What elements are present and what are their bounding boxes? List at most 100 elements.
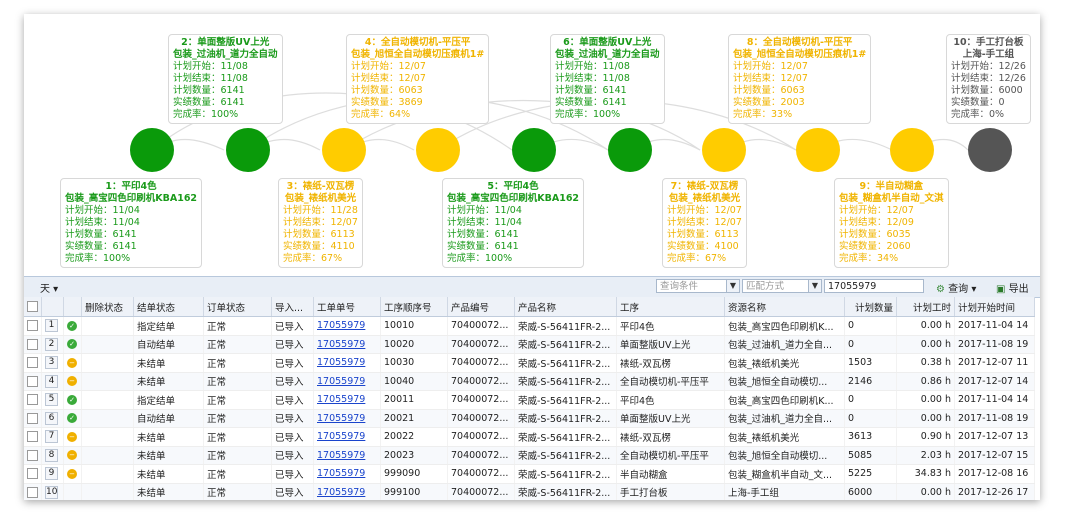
row-checkbox[interactable] (24, 446, 42, 465)
process-node-10[interactable] (968, 128, 1012, 172)
col-header[interactable]: 工单单号 (313, 297, 381, 317)
process-node-7[interactable] (702, 128, 746, 172)
col-header[interactable]: 删除状态 (81, 297, 134, 317)
work-order-link[interactable]: 17055979 (317, 394, 365, 405)
work-order-link[interactable]: 17055979 (317, 320, 365, 331)
card-plan-qty: 计划数量：6141 (555, 85, 627, 96)
row-checkbox[interactable] (24, 372, 42, 391)
card-plan-qty: 计划数量：6000 (951, 85, 1023, 96)
row-checkbox[interactable] (24, 353, 42, 373)
table-row[interactable]: 7− 未结单 正常 已导入 17055979 20022 70400072... 荣威-S-5… (24, 427, 1035, 447)
row-checkbox[interactable] (24, 335, 42, 354)
check-circle-icon: ✓ (67, 413, 77, 424)
col-header[interactable]: 订单状态 (203, 297, 272, 317)
work-order-link[interactable]: 17055979 (317, 468, 365, 479)
card-plan-start: 计划开始：11/08 (555, 61, 630, 72)
card-completion: 完成率：0% (951, 109, 1005, 120)
pending-circle-icon: − (67, 431, 77, 442)
view-mode-dropdown[interactable]: 天 ▾ (40, 280, 58, 295)
process-node-5[interactable] (512, 128, 556, 172)
product-number: 70400072... (447, 483, 515, 500)
card-title2: 包装_裱纸机美光 (668, 193, 741, 204)
table-row[interactable]: 6 ✓ 自动结单 正常 已导入 17055979 20021 70400072... 荣威-S-… (24, 409, 1035, 428)
process-node-1[interactable] (130, 128, 174, 172)
row-checkbox[interactable] (24, 409, 42, 428)
col-header[interactable]: 计划开始时间 (954, 297, 1035, 317)
chevron-down-icon: ▼ (808, 280, 821, 292)
card-plan-qty: 计划数量：6063 (351, 85, 423, 96)
col-header[interactable]: 结单状态 (133, 297, 204, 317)
col-header[interactable]: 资源名称 (724, 297, 845, 317)
import-status: 已导入 (271, 316, 314, 336)
process-node-3[interactable] (322, 128, 366, 172)
product-name: 荣威-S-56411FR-2... (514, 446, 617, 465)
table-row[interactable]: 8− 未结单 正常 已导入 17055979 20023 70400072... 荣威-S-5… (24, 446, 1035, 465)
process-node-9[interactable] (890, 128, 934, 172)
card-actual-qty: 实绩数量：4100 (667, 241, 739, 252)
process-info-card-1: 1：平印4色 包装_高宝四色印刷机KBA162 计划开始：11/04 计划结束：11/… (60, 178, 203, 268)
process-node-8[interactable] (796, 128, 840, 172)
card-title2: 包装_高宝四色印刷机KBA162 (65, 193, 198, 204)
process-seq: 10040 (380, 372, 448, 391)
plan-qty: 1503 (844, 353, 897, 373)
table-row[interactable]: 9− 未结单 正常 已导入 17055979 999090 70400072... 荣威-S-… (24, 464, 1035, 484)
card-plan-qty: 计划数量：6113 (283, 229, 355, 240)
import-status: 已导入 (271, 353, 314, 373)
row-checkbox[interactable] (24, 316, 42, 336)
check-circle-icon: ✓ (67, 320, 77, 331)
col-header[interactable]: 工序 (616, 297, 725, 317)
import-status: 已导入 (271, 390, 314, 410)
status-cell (63, 483, 82, 500)
process-flow-panel: 1：平印4色 包装_高宝四色印刷机KBA162 计划开始：11/04 计划结束：11/… (24, 14, 1040, 276)
product-number: 70400072... (447, 372, 515, 391)
process-info-card-2: 2：单面整版UV上光 包装_过油机_道力全自动 计划开始：11/08 计划结束：11/… (168, 34, 283, 124)
card-title1: 2：单面整版UV上光 (181, 37, 270, 48)
row-checkbox[interactable] (24, 483, 42, 500)
resource-name: 包装_高宝四色印刷机K... (724, 390, 845, 410)
row-number: 4 (45, 374, 58, 388)
work-order-link[interactable]: 17055979 (317, 487, 365, 498)
select-all-checkbox[interactable] (24, 297, 42, 317)
card-plan-end: 计划结束：11/08 (173, 73, 248, 84)
table-row[interactable]: 2 ✓ 自动结单 正常 已导入 17055979 10020 70400072... 荣威-S-… (24, 335, 1035, 354)
work-order-link[interactable]: 17055979 (317, 357, 365, 368)
product-number: 70400072... (447, 427, 515, 447)
col-header[interactable]: 工序顺序号 (380, 297, 448, 317)
table-row[interactable]: 4− 未结单 正常 已导入 17055979 10040 70400072... 荣威-S-5… (24, 372, 1035, 391)
plan-qty: 5225 (844, 464, 897, 484)
card-plan-end: 计划结束：11/04 (65, 217, 140, 228)
process-node-4[interactable] (416, 128, 460, 172)
col-header[interactable]: 计划数量 (844, 297, 897, 317)
process-seq: 20011 (380, 390, 448, 410)
query-condition-select[interactable]: 查询条件 ▼ (656, 279, 740, 293)
row-checkbox[interactable] (24, 464, 42, 484)
card-completion: 完成率：100% (173, 109, 239, 120)
col-header[interactable]: 导入... (271, 297, 314, 317)
process-node-6[interactable] (608, 128, 652, 172)
col-header[interactable]: 产品名称 (514, 297, 617, 317)
export-button[interactable]: ▣ 导出 (996, 280, 1029, 295)
table-row[interactable]: 3− 未结单 正常 已导入 17055979 10030 70400072... 荣威-S-5… (24, 353, 1035, 373)
plan-qty: 2146 (844, 372, 897, 391)
process-node-2[interactable] (226, 128, 270, 172)
search-input[interactable]: 17055979 (824, 279, 924, 293)
search-button[interactable]: ⚙ 查询 ▾ (936, 280, 976, 295)
table-row[interactable]: 5 ✓ 指定结单 正常 已导入 17055979 20011 70400072... 荣威-S-… (24, 390, 1035, 410)
work-order-link[interactable]: 17055979 (317, 431, 365, 442)
card-title1: 4：全自动模切机-平压平 (364, 37, 471, 48)
work-order-link[interactable]: 17055979 (317, 413, 365, 424)
pending-circle-icon: − (67, 357, 77, 368)
app-frame: 1：平印4色 包装_高宝四色印刷机KBA162 计划开始：11/04 计划结束：11/… (24, 14, 1040, 500)
work-order-link[interactable]: 17055979 (317, 450, 365, 461)
col-header[interactable]: 产品编号 (447, 297, 515, 317)
close-status: 未结单 (133, 464, 204, 484)
work-order-link[interactable]: 17055979 (317, 376, 365, 387)
table-row[interactable]: 1 ✓ 指定结单 正常 已导入 17055979 10010 70400072... 荣威-S-… (24, 316, 1035, 336)
row-checkbox[interactable] (24, 390, 42, 410)
col-header[interactable]: 计划工时 (896, 297, 955, 317)
row-checkbox[interactable] (24, 427, 42, 447)
work-order-link[interactable]: 17055979 (317, 339, 365, 350)
match-mode-select[interactable]: 匹配方式 ▼ (742, 279, 822, 293)
plan-qty: 0 (844, 335, 897, 354)
table-row[interactable]: 10 未结单 正常 已导入 17055979 999100 70400072... 荣威-S-… (24, 483, 1035, 500)
